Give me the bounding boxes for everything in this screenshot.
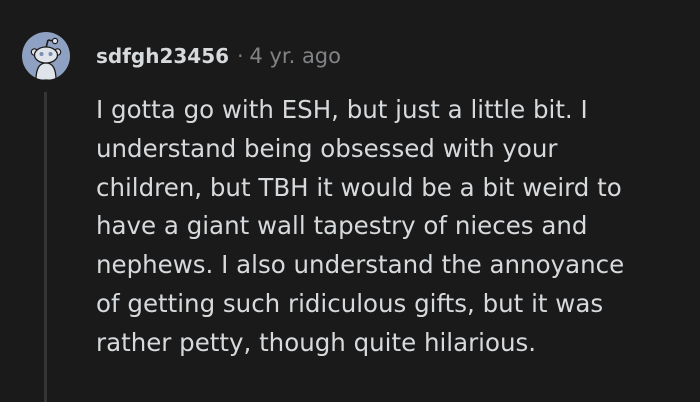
comment-body-line: understand being obsessed with your	[96, 133, 558, 163]
comment-body-line: of getting such ridiculous gifts, but it…	[96, 288, 604, 318]
snoo-avatar-icon	[30, 37, 62, 80]
thread-line[interactable]	[44, 92, 47, 402]
comment-body-line: I gotta go with ESH, but just a little b…	[96, 95, 588, 124]
meta-separator: ·	[237, 44, 244, 68]
comment-meta: sdfgh23456 · 4 yr. ago	[96, 40, 341, 72]
comment-timestamp[interactable]: 4 yr. ago	[249, 44, 341, 68]
comment-body-line: nephews. I also understand the annoyance	[96, 250, 625, 280]
comment-body-line: have a giant wall tapestry of nieces and	[96, 211, 588, 241]
comment-body: I gotta go with ESH, but just a little b…	[96, 91, 686, 363]
comment-body-line: children, but TBH it would be a bit weir…	[96, 172, 622, 202]
comment: sdfgh23456 · 4 yr. ago I gotta go with E…	[0, 0, 700, 402]
comment-body-line: rather petty, though quite hilarious.	[96, 327, 537, 357]
user-avatar[interactable]	[22, 32, 70, 80]
author-username[interactable]: sdfgh23456	[96, 44, 229, 68]
